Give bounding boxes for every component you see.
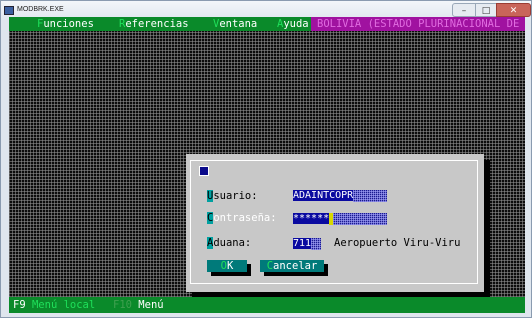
menu-ayuda[interactable]: Ayuda	[277, 17, 309, 31]
aduana-input[interactable]: 711	[293, 238, 322, 250]
menu-ventana[interactable]: Ventana	[213, 17, 257, 31]
menu-label: entana	[219, 18, 258, 30]
contrasena-label: Contraseña:	[207, 211, 277, 225]
input-fill	[333, 213, 388, 225]
label-text: ontraseña:	[213, 212, 277, 224]
status-key: F9	[13, 299, 26, 311]
dialog-close-box[interactable]	[199, 166, 209, 176]
usuario-label: Usuario:	[207, 189, 258, 203]
maximize-button[interactable]: □	[475, 3, 497, 17]
label-text: duana:	[213, 237, 252, 249]
button-label: K	[227, 260, 234, 272]
status-f10-menu[interactable]: F10 Menú	[113, 298, 164, 312]
input-fill	[311, 238, 322, 250]
menu-bar: Funciones Referencias Ventana Ayuda BOLI…	[9, 17, 525, 31]
menu-funciones[interactable]: Funciones	[37, 17, 94, 31]
menu-label: eferencias	[125, 18, 189, 30]
app-icon	[4, 6, 14, 15]
aduana-name: Aeropuerto Viru-Viru	[334, 237, 461, 249]
status-label: Menú	[138, 299, 164, 311]
close-button[interactable]: ✕	[496, 3, 531, 17]
aduana-code: 711	[293, 238, 312, 249]
contrasena-value: ******	[293, 213, 330, 224]
menu-label: unciones	[43, 18, 94, 30]
status-label: Menú local	[31, 299, 96, 311]
contrasena-input[interactable]: ******	[293, 213, 388, 225]
window-title: MODBRK.EXE	[17, 6, 64, 13]
usuario-input[interactable]: ADAINTCOPR	[293, 190, 388, 202]
ok-button[interactable]: OK	[207, 260, 247, 272]
login-dialog: Usuario: ADAINTCOPR Contraseña: ****** A…	[186, 154, 484, 292]
app-window: MODBRK.EXE – □ ✕ Funciones Referencias V…	[0, 0, 532, 318]
label-text: suario:	[213, 190, 258, 202]
status-f9-menu-local[interactable]: F9 Menú local	[13, 298, 95, 312]
cancel-button[interactable]: Cancelar	[260, 260, 324, 272]
input-fill	[353, 190, 388, 202]
menu-label: yuda	[283, 18, 309, 30]
status-key: F10	[113, 299, 132, 311]
country-label: BOLIVIA (ESTADO PLURINACIONAL DE	[311, 17, 525, 31]
desktop-background: Usuario: ADAINTCOPR Contraseña: ****** A…	[9, 31, 525, 298]
button-label: ancelar	[273, 260, 318, 272]
menu-referencias[interactable]: Referencias	[119, 17, 189, 31]
minimize-button[interactable]: –	[452, 3, 476, 17]
usuario-value: ADAINTCOPR	[293, 190, 354, 201]
aduana-label: Aduana:	[207, 236, 251, 250]
console-screen: Funciones Referencias Ventana Ayuda BOLI…	[9, 17, 525, 313]
status-bar: F9 Menú local F10 Menú	[9, 297, 525, 313]
